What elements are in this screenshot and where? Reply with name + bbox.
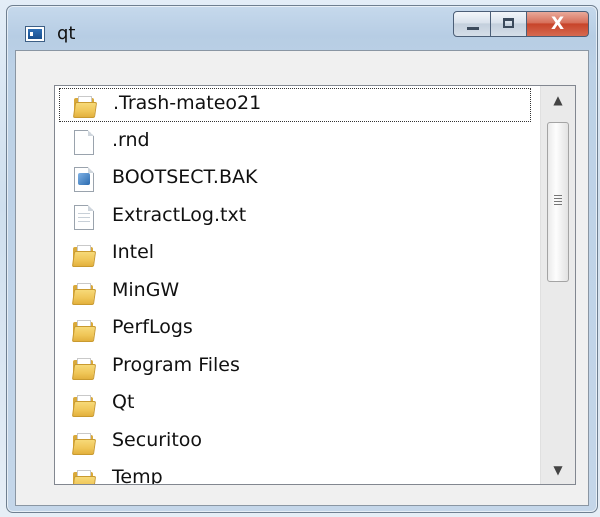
scrollbar-thumb[interactable] — [547, 122, 569, 282]
list-item-label: .Trash-mateo21 — [113, 92, 262, 114]
list-item-label: Program Files — [112, 353, 240, 376]
title-bar[interactable]: qt X — [7, 6, 597, 50]
vertical-scrollbar[interactable]: ▲ ▼ — [540, 86, 575, 484]
folder-icon — [71, 355, 99, 381]
folder-icon — [71, 467, 99, 484]
app-window: qt X .Trash-mateo21 .rnd BOOTSECT.BAK Extra… — [6, 5, 598, 513]
list-item-label: BOOTSECT.BAK — [112, 166, 258, 188]
list-item-label: .rnd — [112, 128, 150, 151]
list-item[interactable]: Qt — [59, 388, 531, 422]
scroll-up-arrow[interactable]: ▲ — [541, 86, 575, 114]
folder-icon — [71, 317, 99, 343]
list-item[interactable]: BOOTSECT.BAK — [59, 163, 531, 197]
folder-icon — [71, 392, 99, 418]
list-item-label: PerfLogs — [112, 316, 193, 338]
client-area: .Trash-mateo21 .rnd BOOTSECT.BAK ExtractLog… — [15, 50, 589, 506]
list-item-label: Securitoo — [112, 428, 203, 451]
list-item[interactable]: .Trash-mateo21 — [59, 88, 531, 122]
list-item[interactable]: PerfLogs — [59, 313, 531, 347]
list-item[interactable]: Program Files — [59, 351, 531, 385]
list-item[interactable]: Intel — [59, 238, 531, 272]
thumb-grip-icon — [554, 195, 562, 207]
maximize-button[interactable] — [491, 11, 527, 37]
system-file-icon — [73, 167, 99, 193]
list-item[interactable]: ExtractLog.txt — [59, 201, 531, 235]
file-list[interactable]: .Trash-mateo21 .rnd BOOTSECT.BAK ExtractLog… — [54, 85, 576, 485]
folder-icon — [72, 93, 100, 119]
list-item[interactable]: Securitoo — [59, 426, 531, 460]
text-file-icon — [73, 204, 99, 231]
list-item[interactable]: MinGW — [59, 276, 531, 310]
app-window-icon[interactable] — [25, 26, 45, 42]
file-icon — [73, 129, 99, 156]
close-button[interactable]: X — [527, 11, 589, 37]
list-item[interactable]: Temp — [59, 463, 531, 484]
list-item-label: ExtractLog.txt — [112, 203, 247, 226]
file-list-items: .Trash-mateo21 .rnd BOOTSECT.BAK ExtractLog… — [55, 86, 540, 484]
minimize-icon — [467, 27, 479, 30]
window-title: qt — [57, 23, 76, 44]
list-item-label: Qt — [112, 391, 135, 413]
folder-icon — [71, 242, 99, 268]
caption-buttons: X — [453, 11, 589, 39]
list-item-label: Intel — [112, 241, 155, 263]
close-icon: X — [550, 14, 565, 34]
maximize-icon — [503, 18, 514, 28]
list-item-label: Temp — [112, 466, 163, 484]
scroll-down-arrow[interactable]: ▼ — [541, 456, 575, 484]
folder-icon — [71, 280, 99, 306]
minimize-button[interactable] — [453, 11, 491, 37]
list-item[interactable]: .rnd — [59, 126, 531, 160]
list-item-label: MinGW — [112, 278, 180, 301]
folder-icon — [71, 430, 99, 456]
